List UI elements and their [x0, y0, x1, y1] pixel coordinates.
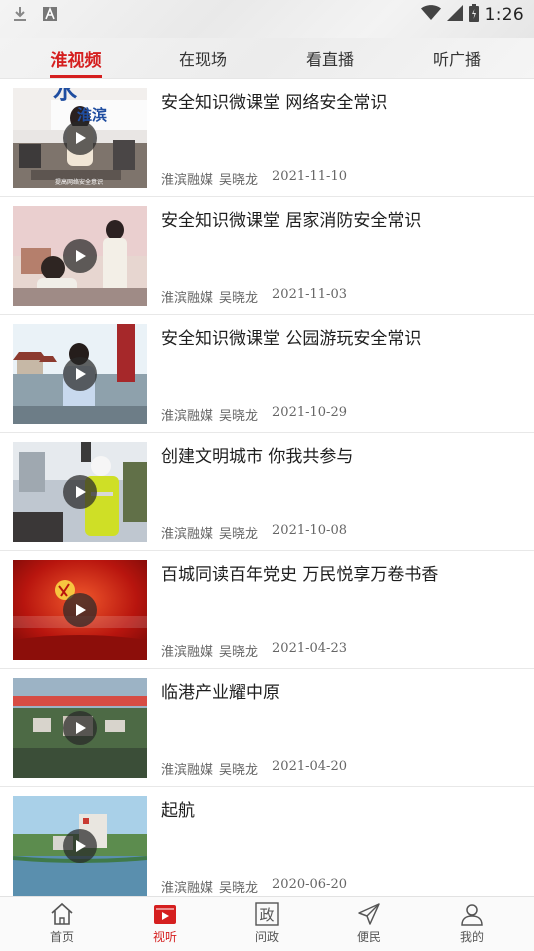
nav-home[interactable]: 首页 — [22, 901, 102, 949]
video-thumbnail[interactable] — [13, 560, 147, 660]
svg-text:水: 水 — [53, 88, 78, 104]
video-date: 2021-10-29 — [272, 405, 347, 420]
video-author: 吴晓龙 — [219, 291, 259, 306]
tab-huai-video[interactable]: 淮视频 — [26, 38, 126, 78]
video-meta: 淮滨融媒 吴晓龙 2021-10-29 — [161, 405, 521, 424]
video-meta: 淮滨融媒 吴晓龙 2021-10-08 — [161, 523, 521, 542]
play-icon[interactable] — [63, 357, 97, 391]
tab-watch-live[interactable]: 看直播 — [280, 38, 380, 78]
video-date: 2021-11-03 — [272, 287, 347, 302]
status-bar: 1:26 — [0, 0, 534, 38]
send-icon — [356, 901, 382, 927]
user-icon — [459, 901, 485, 927]
list-item[interactable]: 创建文明城市 你我共参与 淮滨融媒 吴晓龙 2021-10-08 — [0, 433, 534, 551]
download-icon — [12, 6, 28, 22]
video-thumbnail[interactable] — [13, 442, 147, 542]
zheng-icon: 政 — [254, 901, 280, 927]
top-tab-bar: 淮视频 在现场 看直播 听广播 — [0, 38, 534, 79]
list-item[interactable]: 水 提高网络安全意识 淮滨 安全知识微课堂 网络安全常识 淮滨融媒 吴晓龙 20… — [0, 79, 534, 197]
nav-inquiry[interactable]: 政 问政 — [227, 901, 307, 949]
list-item[interactable]: 安全知识微课堂 居家消防安全常识 淮滨融媒 吴晓龙 2021-11-03 — [0, 197, 534, 315]
wifi-icon — [420, 5, 441, 25]
video-date: 2021-04-23 — [272, 641, 347, 656]
video-title[interactable]: 创建文明城市 你我共参与 — [161, 445, 521, 469]
svg-text:政: 政 — [259, 906, 274, 924]
tab-listen-radio[interactable]: 听广播 — [407, 38, 507, 78]
video-title[interactable]: 起航 — [161, 799, 521, 823]
video-source: 淮滨融媒 — [161, 527, 214, 542]
video-author: 吴晓龙 — [219, 881, 259, 896]
video-source: 淮滨融媒 — [161, 409, 214, 424]
video-title[interactable]: 安全知识微课堂 网络安全常识 — [161, 91, 521, 115]
signal-icon — [446, 5, 463, 25]
clock-time: 1:26 — [484, 5, 524, 25]
thumb-caption-1: 提高网络安全意识 — [55, 178, 103, 186]
video-thumbnail[interactable] — [13, 796, 147, 896]
video-meta: 淮滨融媒 吴晓龙 2020-06-20 — [161, 877, 521, 896]
video-thumbnail[interactable] — [13, 206, 147, 306]
battery-icon — [468, 4, 479, 26]
video-title[interactable]: 临港产业耀中原 — [161, 681, 521, 705]
video-date: 2021-10-08 — [272, 523, 347, 538]
video-meta: 淮滨融媒 吴晓龙 2021-04-23 — [161, 641, 521, 660]
play-icon[interactable] — [63, 829, 97, 863]
nav-mine-label: 我的 — [459, 930, 484, 944]
video-meta: 淮滨融媒 吴晓龙 2021-11-03 — [161, 287, 521, 306]
video-title[interactable]: 安全知识微课堂 公园游玩安全常识 — [161, 327, 521, 351]
list-item[interactable]: 百城同读百年党史 万民悦享万卷书香 淮滨融媒 吴晓龙 2021-04-23 — [0, 551, 534, 669]
list-item[interactable]: 安全知识微课堂 公园游玩安全常识 淮滨融媒 吴晓龙 2021-10-29 — [0, 315, 534, 433]
video-icon — [152, 901, 178, 927]
play-icon[interactable] — [63, 711, 97, 745]
video-meta: 淮滨融媒 吴晓龙 2021-11-10 — [161, 169, 521, 188]
bottom-nav-bar: 首页 视听 政 问政 便民 我的 — [0, 896, 534, 951]
video-author: 吴晓龙 — [219, 645, 259, 660]
video-source: 淮滨融媒 — [161, 291, 214, 306]
play-icon[interactable] — [63, 475, 97, 509]
video-title[interactable]: 安全知识微课堂 居家消防安全常识 — [161, 209, 521, 233]
nav-home-label: 首页 — [49, 930, 74, 944]
list-item[interactable]: 起航 淮滨融媒 吴晓龙 2020-06-20 — [0, 787, 534, 896]
video-thumbnail[interactable] — [13, 678, 147, 778]
video-source: 淮滨融媒 — [161, 645, 214, 660]
nav-inquiry-label: 问政 — [254, 930, 279, 944]
video-date: 2021-04-20 — [272, 759, 347, 774]
video-author: 吴晓龙 — [219, 763, 259, 778]
video-author: 吴晓龙 — [219, 527, 259, 542]
video-date: 2021-11-10 — [272, 169, 347, 184]
video-title[interactable]: 百城同读百年党史 万民悦享万卷书香 — [161, 563, 521, 587]
play-icon[interactable] — [63, 239, 97, 273]
nav-audio-video[interactable]: 视听 — [125, 901, 205, 949]
play-icon[interactable] — [63, 593, 97, 627]
video-author: 吴晓龙 — [219, 409, 259, 424]
nav-convenience-label: 便民 — [356, 930, 381, 944]
nav-audio-video-label: 视听 — [152, 930, 177, 944]
home-icon — [49, 901, 75, 927]
list-item[interactable]: 临港产业耀中原 淮滨融媒 吴晓龙 2021-04-20 — [0, 669, 534, 787]
video-meta: 淮滨融媒 吴晓龙 2021-04-20 — [161, 759, 521, 778]
video-list: 水 提高网络安全意识 淮滨 安全知识微课堂 网络安全常识 淮滨融媒 吴晓龙 20… — [0, 79, 534, 896]
video-author: 吴晓龙 — [219, 173, 259, 188]
nav-mine[interactable]: 我的 — [432, 901, 512, 949]
video-thumbnail[interactable] — [13, 324, 147, 424]
nav-convenience[interactable]: 便民 — [329, 901, 409, 949]
video-source: 淮滨融媒 — [161, 173, 214, 188]
video-source: 淮滨融媒 — [161, 881, 214, 896]
tab-on-site[interactable]: 在现场 — [153, 38, 253, 78]
video-date: 2020-06-20 — [272, 877, 347, 892]
video-thumbnail[interactable]: 水 提高网络安全意识 淮滨 — [13, 88, 147, 188]
play-icon[interactable] — [63, 121, 97, 155]
font-a-icon — [42, 6, 58, 22]
video-source: 淮滨融媒 — [161, 763, 214, 778]
